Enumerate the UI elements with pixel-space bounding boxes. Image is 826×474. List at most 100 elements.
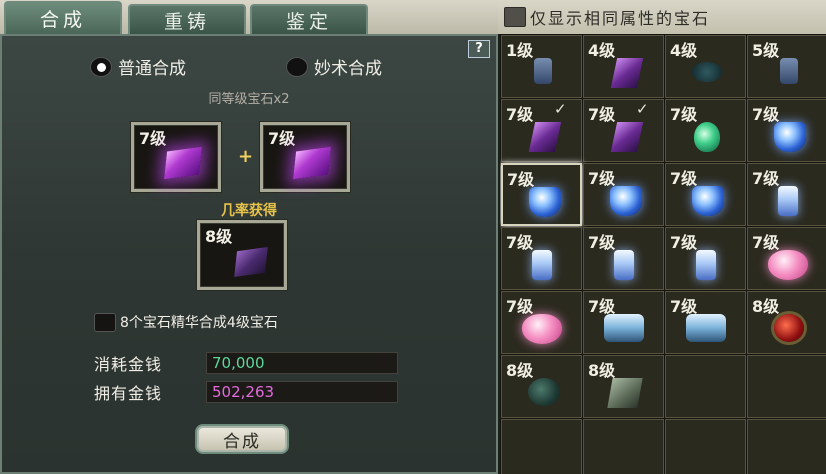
inventory-slot[interactable]: 7级 <box>747 163 826 226</box>
inventory-slot[interactable] <box>665 355 746 418</box>
inventory-slot[interactable]: 7级 <box>747 99 826 162</box>
chest-gem-icon <box>686 314 726 342</box>
inventory-slot[interactable]: 5级 <box>747 35 826 98</box>
help-button[interactable]: ? <box>468 40 490 58</box>
blue-gem-icon <box>692 186 724 216</box>
red-gem-icon <box>774 314 804 342</box>
gem-level: 7级 <box>588 233 616 252</box>
blue-gem-icon <box>610 186 642 216</box>
owned-value: 502,263 <box>206 381 398 403</box>
blue-gem-icon <box>529 187 561 217</box>
inventory-slot[interactable]: 7级 <box>501 291 582 354</box>
essence-label: 8个宝石精华合成4级宝石 <box>120 315 278 331</box>
checkmark-icon: ✓ <box>636 100 649 118</box>
inventory-slot[interactable] <box>747 355 826 418</box>
tab-recast[interactable]: 重铸 <box>128 4 246 34</box>
inventory-slot[interactable]: 7级 <box>583 291 664 354</box>
radio-selected-icon[interactable] <box>90 56 112 77</box>
cost-label: 消耗金钱 <box>94 355 163 374</box>
special-mode-option[interactable]: 妙术合成 <box>286 54 382 79</box>
slot-level: 7级 <box>139 129 167 148</box>
purple-gem-icon <box>610 58 644 88</box>
compose-button[interactable]: 合成 <box>195 424 289 454</box>
tab-compose[interactable]: 合成 <box>4 1 122 34</box>
gem-level: 7级 <box>670 297 698 316</box>
requirement-hint: 同等级宝石x2 <box>208 92 290 107</box>
pink-gem-icon <box>768 250 808 280</box>
inventory-slot[interactable]: 7级 <box>665 227 746 290</box>
gem-level: 1级 <box>506 41 534 60</box>
gem-level: 7级 <box>752 105 780 124</box>
blue-dim-gem-icon <box>780 58 798 84</box>
dark-purple-gem-icon <box>234 247 268 277</box>
gem-inventory-grid: 1级 4级 4级 5级 7级 ✓ 7级 ✓ 7级 7级 7级 7级 7级 7级 7级 7级 7级 7级 7级 7级 7级… <box>500 34 826 474</box>
filter-checkbox[interactable] <box>504 7 526 27</box>
gem-level: 8级 <box>588 361 616 380</box>
inventory-slot[interactable]: 7级 <box>583 227 664 290</box>
filter-bar: 仅显示相同属性的宝石 <box>498 0 826 34</box>
gem-level: 7级 <box>752 169 780 188</box>
gem-level: 8级 <box>752 297 780 316</box>
green-gem-icon <box>694 122 720 152</box>
inventory-slot[interactable]: 7级 ✓ <box>583 99 664 162</box>
crystal-gem-icon <box>778 186 798 216</box>
gem-level: 7级 <box>507 170 535 189</box>
chest-gem-icon <box>604 314 644 342</box>
gray-gem-icon <box>607 378 643 408</box>
gem-level: 7级 <box>506 233 534 252</box>
radio-unselected-icon[interactable] <box>286 56 308 77</box>
gem-level: 4级 <box>670 41 698 60</box>
normal-mode-label: 普通合成 <box>118 59 186 79</box>
gem-level: 5级 <box>752 41 780 60</box>
dark-green-gem-icon <box>528 378 560 406</box>
blue-gem-icon <box>774 122 806 152</box>
inventory-slot[interactable]: 7级 ✓ <box>501 99 582 162</box>
special-mode-label: 妙术合成 <box>314 59 382 79</box>
inventory-slot[interactable] <box>747 419 826 474</box>
gem-level: 7级 <box>506 297 534 316</box>
gem-level: 7级 <box>588 169 616 188</box>
owned-label: 拥有金钱 <box>94 384 163 403</box>
inventory-slot[interactable]: 7级 <box>747 227 826 290</box>
inventory-slot[interactable] <box>665 419 746 474</box>
inventory-slot[interactable]: 8级 <box>583 355 664 418</box>
plus-sign: + <box>238 146 254 167</box>
purple-gem-icon <box>528 122 562 152</box>
slot-level: 7级 <box>268 129 296 148</box>
inventory-slot[interactable]: 7级 <box>583 163 664 226</box>
slot-level: 8级 <box>205 227 233 246</box>
inventory-slot[interactable]: 8级 <box>501 355 582 418</box>
inventory-slot[interactable] <box>501 419 582 474</box>
gem-level: 4级 <box>588 41 616 60</box>
normal-mode-option[interactable]: 普通合成 <box>90 54 186 79</box>
inventory-slot[interactable]: 7级 <box>665 99 746 162</box>
inventory-slot[interactable]: 7级 <box>665 163 746 226</box>
inventory-slot[interactable]: 7级 <box>665 291 746 354</box>
inventory-slot[interactable]: 1级 <box>501 35 582 98</box>
essence-option[interactable]: 8个宝石精华合成4级宝石 <box>94 312 278 332</box>
checkmark-icon: ✓ <box>554 100 567 118</box>
blue-dim-gem-icon <box>534 58 552 84</box>
pink-gem-icon <box>522 314 562 344</box>
filter-label: 仅显示相同属性的宝石 <box>530 9 711 28</box>
crystal-gem-icon <box>696 250 716 280</box>
gem-level: 7级 <box>670 105 698 124</box>
inventory-slot[interactable]: 4级 <box>583 35 664 98</box>
tab-identify[interactable]: 鉴定 <box>250 4 368 34</box>
inventory-slot[interactable]: 7级 <box>501 163 582 226</box>
teal-dark-gem-icon <box>692 62 722 82</box>
input-slot-1[interactable]: 7级 <box>131 122 221 192</box>
inventory-slot[interactable] <box>583 419 664 474</box>
cost-value: 70,000 <box>206 352 398 374</box>
purple-gem-icon <box>164 146 202 180</box>
gem-level: 7级 <box>588 105 616 124</box>
input-slot-2[interactable]: 7级 <box>260 122 350 192</box>
crystal-gem-icon <box>614 250 634 280</box>
output-slot: 8级 <box>197 220 287 290</box>
checkbox[interactable] <box>94 312 116 332</box>
gem-level: 7级 <box>670 169 698 188</box>
cost-row: 消耗金钱 70,000 <box>94 351 398 375</box>
inventory-slot[interactable]: 8级 <box>747 291 826 354</box>
inventory-slot[interactable]: 4级 <box>665 35 746 98</box>
inventory-slot[interactable]: 7级 <box>501 227 582 290</box>
